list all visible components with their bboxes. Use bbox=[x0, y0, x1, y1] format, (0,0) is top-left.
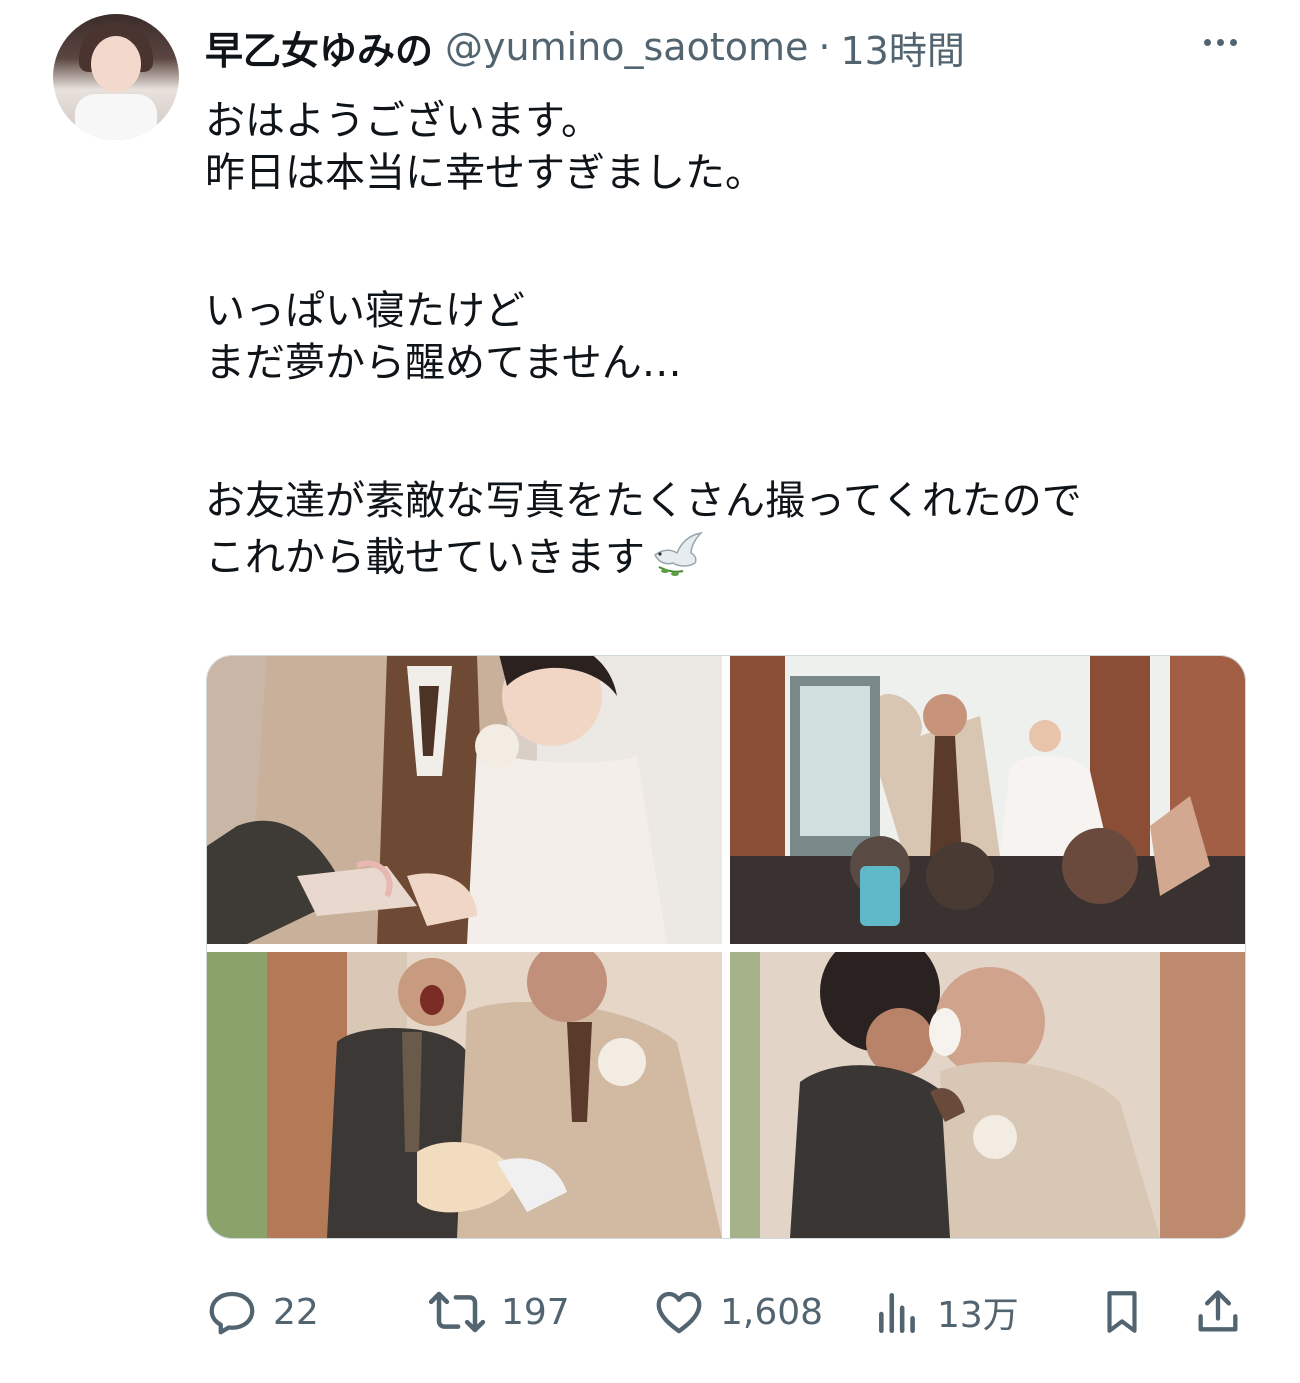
tweet-text-line: これから載せていきます bbox=[205, 534, 645, 581]
reply-count: 22 bbox=[273, 1291, 319, 1333]
like-count: 1,608 bbox=[720, 1291, 824, 1333]
views-count: 13万 bbox=[937, 1295, 1019, 1336]
more-options-button[interactable] bbox=[1190, 22, 1250, 62]
share-icon bbox=[1192, 1284, 1244, 1340]
reply-button[interactable]: 22 bbox=[205, 1280, 319, 1344]
tweet-text-line: 昨日は本当に幸せすぎました。 bbox=[205, 150, 765, 196]
retweet-count: 197 bbox=[501, 1291, 570, 1333]
like-button[interactable]: 1,608 bbox=[652, 1280, 823, 1344]
photo-cake-smash-hug[interactable] bbox=[730, 952, 1245, 1238]
author-avatar[interactable] bbox=[53, 14, 179, 140]
author-display-name[interactable]: 早乙女ゆみの bbox=[205, 20, 433, 75]
dove-icon bbox=[649, 527, 707, 592]
photo-cake-holding[interactable] bbox=[207, 952, 722, 1238]
tweet-timestamp[interactable]: 13時間 bbox=[840, 20, 964, 75]
photo-couple-entrance[interactable] bbox=[730, 656, 1245, 944]
tweet-text-line: おはようございます。 bbox=[205, 98, 601, 144]
more-dot-icon bbox=[1203, 38, 1211, 46]
avatar-face bbox=[91, 36, 141, 92]
tweet-text-line-last: これから載せていきます bbox=[205, 527, 1265, 581]
bookmark-icon bbox=[1097, 1284, 1147, 1340]
tweet-text: おはようございます。 昨日は本当に幸せすぎました。 いっぱい寝たけど まだ夢から… bbox=[205, 95, 1265, 581]
share-button[interactable] bbox=[1192, 1280, 1244, 1344]
more-dot-icon bbox=[1216, 38, 1224, 46]
tweet-text-blank bbox=[205, 389, 1265, 475]
views-button[interactable]: 13万 bbox=[873, 1280, 1019, 1344]
tweet-text-line: まだ夢から醒めてません… bbox=[205, 340, 682, 386]
tweet-text-blank bbox=[205, 199, 1265, 285]
heart-icon bbox=[652, 1285, 706, 1339]
avatar-apron bbox=[75, 94, 157, 140]
tweet-header: 早乙女ゆみの @yumino_saotome · 13時間 bbox=[205, 20, 965, 74]
header-separator: · bbox=[818, 25, 831, 69]
reply-icon bbox=[205, 1285, 259, 1339]
author-handle[interactable]: @yumino_saotome bbox=[445, 25, 808, 69]
retweet-button[interactable]: 197 bbox=[427, 1280, 570, 1344]
bookmark-button[interactable] bbox=[1097, 1280, 1147, 1344]
tweet-text-line: いっぱい寝たけど bbox=[205, 288, 525, 334]
tweet-media-grid bbox=[206, 655, 1246, 1239]
tweet-action-bar: 22 197 1,608 13万 bbox=[205, 1280, 1250, 1344]
retweet-icon bbox=[427, 1285, 487, 1339]
photo-ring-exchange[interactable] bbox=[207, 656, 722, 944]
tweet-text-line: お友達が素敵な写真をたくさん撮ってくれたので bbox=[205, 478, 1082, 524]
more-dot-icon bbox=[1229, 38, 1237, 46]
views-icon bbox=[873, 1285, 923, 1339]
